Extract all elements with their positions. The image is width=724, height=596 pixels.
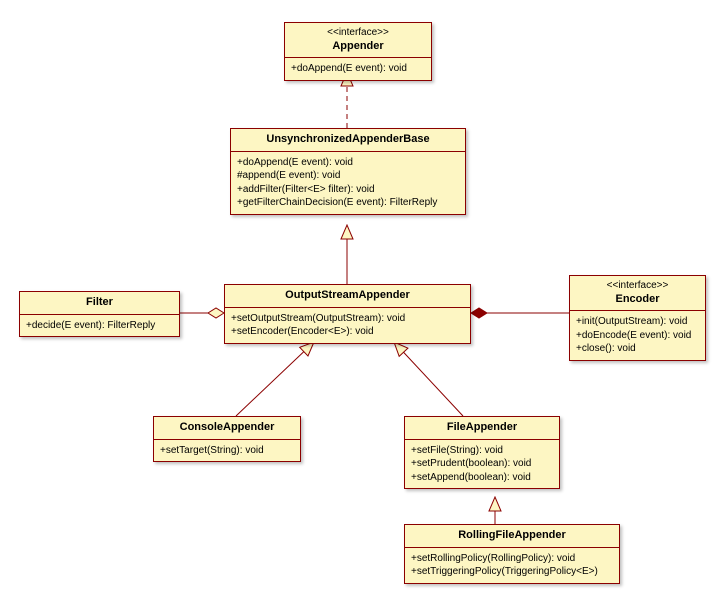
class-name: UnsynchronizedAppenderBase <box>266 133 429 145</box>
class-name: Appender <box>332 40 383 52</box>
class-appender: <<interface>> Appender +doAppend(E event… <box>284 22 432 81</box>
edge-file-extends-osa <box>394 342 463 416</box>
class-header: OutputStreamAppender <box>225 285 470 308</box>
class-encoder: <<interface>> Encoder +init(OutputStream… <box>569 275 706 361</box>
operation: +doAppend(E event): void <box>291 62 425 76</box>
edge-console-extends-osa <box>236 342 314 416</box>
operation: +doAppend(E event): void <box>237 156 459 170</box>
class-name: OutputStreamAppender <box>285 289 410 301</box>
operation: +addFilter(Filter<E> filter): void <box>237 183 459 197</box>
operation: +decide(E event): FilterReply <box>26 319 173 333</box>
class-body: +doAppend(E event): void <box>285 58 431 80</box>
class-body: +setTarget(String): void <box>154 440 300 462</box>
operation: +setRollingPolicy(RollingPolicy): void <box>411 552 613 566</box>
class-body: +setRollingPolicy(RollingPolicy): void +… <box>405 548 619 583</box>
class-body: +setFile(String): void +setPrudent(boole… <box>405 440 559 489</box>
operation: +setTarget(String): void <box>160 444 294 458</box>
class-output-stream-appender: OutputStreamAppender +setOutputStream(Ou… <box>224 284 471 344</box>
class-filter: Filter +decide(E event): FilterReply <box>19 291 180 337</box>
operation: +close(): void <box>576 342 699 356</box>
class-header: UnsynchronizedAppenderBase <box>231 129 465 152</box>
class-header: Filter <box>20 292 179 315</box>
stereotype: <<interface>> <box>291 27 425 40</box>
operation: #append(E event): void <box>237 169 459 183</box>
class-rolling-file-appender: RollingFileAppender +setRollingPolicy(Ro… <box>404 524 620 584</box>
class-name: Filter <box>86 296 113 308</box>
class-name: RollingFileAppender <box>458 529 566 541</box>
operation: +setEncoder(Encoder<E>): void <box>231 325 464 339</box>
operation: +doEncode(E event): void <box>576 329 699 343</box>
class-file-appender: FileAppender +setFile(String): void +set… <box>404 416 560 489</box>
operation: +setFile(String): void <box>411 444 553 458</box>
class-header: RollingFileAppender <box>405 525 619 548</box>
class-console-appender: ConsoleAppender +setTarget(String): void <box>153 416 301 462</box>
class-name: FileAppender <box>447 421 517 433</box>
class-header: FileAppender <box>405 417 559 440</box>
operation: +init(OutputStream): void <box>576 315 699 329</box>
class-unsynchronized-appender-base: UnsynchronizedAppenderBase +doAppend(E e… <box>230 128 466 215</box>
stereotype: <<interface>> <box>576 280 699 293</box>
class-body: +setOutputStream(OutputStream): void +se… <box>225 308 470 343</box>
operation: +getFilterChainDecision(E event): Filter… <box>237 196 459 210</box>
class-body: +decide(E event): FilterReply <box>20 315 179 337</box>
operation: +setTriggeringPolicy(TriggeringPolicy<E>… <box>411 565 613 579</box>
class-header: <<interface>> Appender <box>285 23 431 58</box>
class-body: +init(OutputStream): void +doEncode(E ev… <box>570 311 705 360</box>
class-name: ConsoleAppender <box>180 421 275 433</box>
operation: +setPrudent(boolean): void <box>411 457 553 471</box>
class-header: ConsoleAppender <box>154 417 300 440</box>
class-name: Encoder <box>615 293 659 305</box>
operation: +setAppend(boolean): void <box>411 471 553 485</box>
class-body: +doAppend(E event): void #append(E event… <box>231 152 465 214</box>
class-header: <<interface>> Encoder <box>570 276 705 311</box>
operation: +setOutputStream(OutputStream): void <box>231 312 464 326</box>
